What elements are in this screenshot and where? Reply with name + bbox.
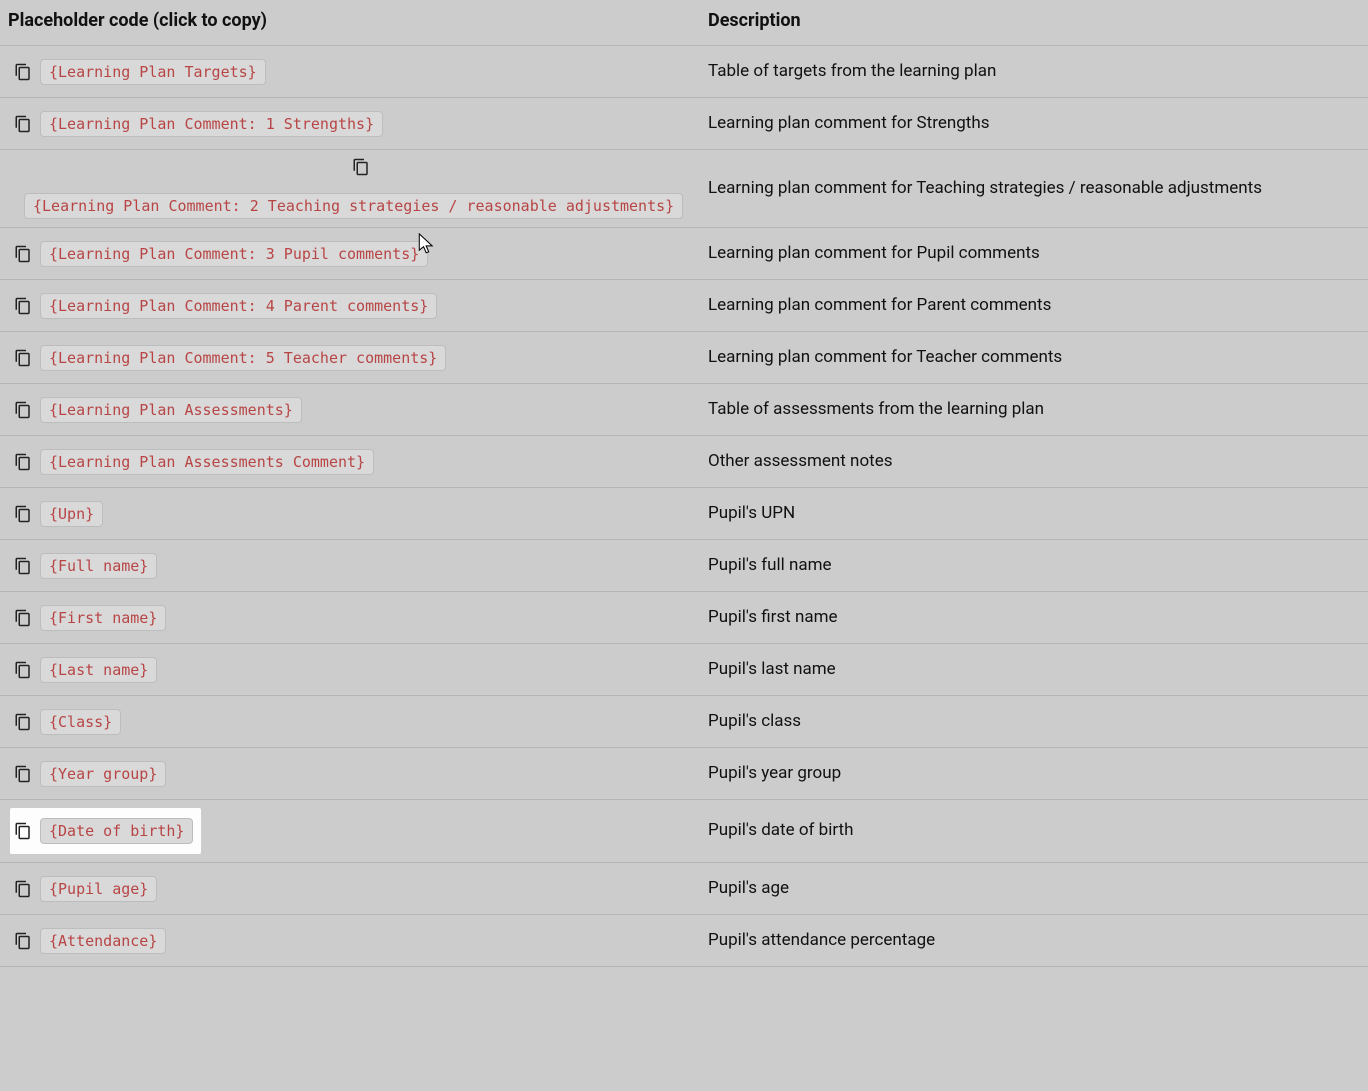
copy-icon[interactable] [14,297,32,315]
code-cell: {Learning Plan Assessments Comment} [14,449,708,475]
code-cell: {Learning Plan Comment: 3 Pupil comments… [14,241,708,267]
table-row: {Date of birth} Pupil's date of birth [0,800,1368,863]
table-row: {First name} Pupil's first name [0,592,1368,644]
placeholder-code[interactable]: {Learning Plan Comment: 5 Teacher commen… [40,345,446,371]
copy-icon[interactable] [14,932,32,950]
table-row: {Learning Plan Comment: 5 Teacher commen… [0,332,1368,384]
description-cell: Pupil's class [708,710,1368,734]
description-cell: Pupil's date of birth [708,819,1368,843]
table-header: Placeholder code (click to copy) Descrip… [0,0,1368,46]
table-row: {Last name} Pupil's last name [0,644,1368,696]
code-cell: {Full name} [14,553,708,579]
description-cell: Pupil's first name [708,606,1368,630]
placeholder-code[interactable]: {Learning Plan Assessments} [40,397,302,423]
placeholder-code[interactable]: {Learning Plan Comment: 1 Strengths} [40,111,383,137]
table-row: {Learning Plan Comment: 2 Teaching strat… [0,150,1368,228]
placeholder-code[interactable]: {Learning Plan Comment: 4 Parent comment… [40,293,437,319]
code-cell: {Learning Plan Assessments} [14,397,708,423]
copy-icon[interactable] [14,453,32,471]
description-cell: Pupil's UPN [708,502,1368,526]
description-cell: Learning plan comment for Strengths [708,112,1368,136]
header-code: Placeholder code (click to copy) [8,10,708,31]
description-cell: Table of assessments from the learning p… [708,398,1368,422]
placeholder-code[interactable]: {Learning Plan Comment: 2 Teaching strat… [24,193,683,219]
table-row: {Upn} Pupil's UPN [0,488,1368,540]
code-cell: {Last name} [14,657,708,683]
table-row: {Pupil age} Pupil's age [0,863,1368,915]
copy-icon[interactable] [14,115,32,133]
description-cell: Learning plan comment for Teaching strat… [708,177,1368,201]
table-row: {Year group} Pupil's year group [0,748,1368,800]
code-cell: {Learning Plan Targets} [14,59,708,85]
copy-icon[interactable] [352,158,370,176]
copy-icon[interactable] [14,245,32,263]
placeholder-code[interactable]: {Learning Plan Assessments Comment} [40,449,374,475]
placeholder-code[interactable]: {Learning Plan Targets} [40,59,266,85]
code-cell: {Learning Plan Comment: 4 Parent comment… [14,293,708,319]
code-cell: {Learning Plan Comment: 2 Teaching strat… [14,158,708,219]
code-cell: {Attendance} [14,928,708,954]
table-row: {Class} Pupil's class [0,696,1368,748]
code-cell: {Upn} [14,501,708,527]
copy-icon[interactable] [14,505,32,523]
header-description: Description [708,10,1368,31]
placeholder-code[interactable]: {Upn} [40,501,103,527]
table-row: {Learning Plan Assessments Comment} Other… [0,436,1368,488]
description-cell: Table of targets from the learning plan [708,60,1368,84]
placeholder-code[interactable]: {Year group} [40,761,166,787]
table-row: {Attendance} Pupil's attendance percentag… [0,915,1368,967]
copy-icon[interactable] [14,765,32,783]
copy-icon[interactable] [14,713,32,731]
placeholder-code[interactable]: {Pupil age} [40,876,157,902]
placeholder-code[interactable]: {First name} [40,605,166,631]
description-cell: Pupil's last name [708,658,1368,682]
table-row: {Learning Plan Comment: 3 Pupil comments… [0,228,1368,280]
placeholder-code[interactable]: {Attendance} [40,928,166,954]
description-cell: Pupil's year group [708,762,1368,786]
code-cell: {Learning Plan Comment: 1 Strengths} [14,111,708,137]
placeholder-table: Placeholder code (click to copy) Descrip… [0,0,1368,967]
table-row: {Full name} Pupil's full name [0,540,1368,592]
table-row: {Learning Plan Comment: 1 Strengths} Lear… [0,98,1368,150]
copy-icon[interactable] [14,609,32,627]
description-cell: Pupil's attendance percentage [708,929,1368,953]
description-cell: Other assessment notes [708,450,1368,474]
copy-icon[interactable] [14,822,32,840]
code-cell: {First name} [14,605,708,631]
copy-icon[interactable] [14,349,32,367]
copy-icon[interactable] [14,557,32,575]
code-cell: {Year group} [14,761,708,787]
description-cell: Pupil's full name [708,554,1368,578]
code-cell: {Learning Plan Comment: 5 Teacher commen… [14,345,708,371]
copy-icon[interactable] [14,63,32,81]
description-cell: Learning plan comment for Parent comment… [708,294,1368,318]
copy-icon[interactable] [14,661,32,679]
code-cell: {Date of birth} [14,808,708,854]
placeholder-code[interactable]: {Last name} [40,657,157,683]
placeholder-code[interactable]: {Date of birth} [40,818,193,844]
description-cell: Learning plan comment for Teacher commen… [708,346,1368,370]
code-cell: {Pupil age} [14,876,708,902]
code-cell: {Class} [14,709,708,735]
description-cell: Pupil's age [708,877,1368,901]
table-row: {Learning Plan Comment: 4 Parent comment… [0,280,1368,332]
placeholder-code[interactable]: {Full name} [40,553,157,579]
copy-icon[interactable] [14,880,32,898]
placeholder-code[interactable]: {Class} [40,709,121,735]
description-cell: Learning plan comment for Pupil comments [708,242,1368,266]
placeholder-code[interactable]: {Learning Plan Comment: 3 Pupil comments… [40,241,428,267]
table-row: {Learning Plan Assessments} Table of asse… [0,384,1368,436]
table-row: {Learning Plan Targets} Table of targets … [0,46,1368,98]
copy-icon[interactable] [14,401,32,419]
